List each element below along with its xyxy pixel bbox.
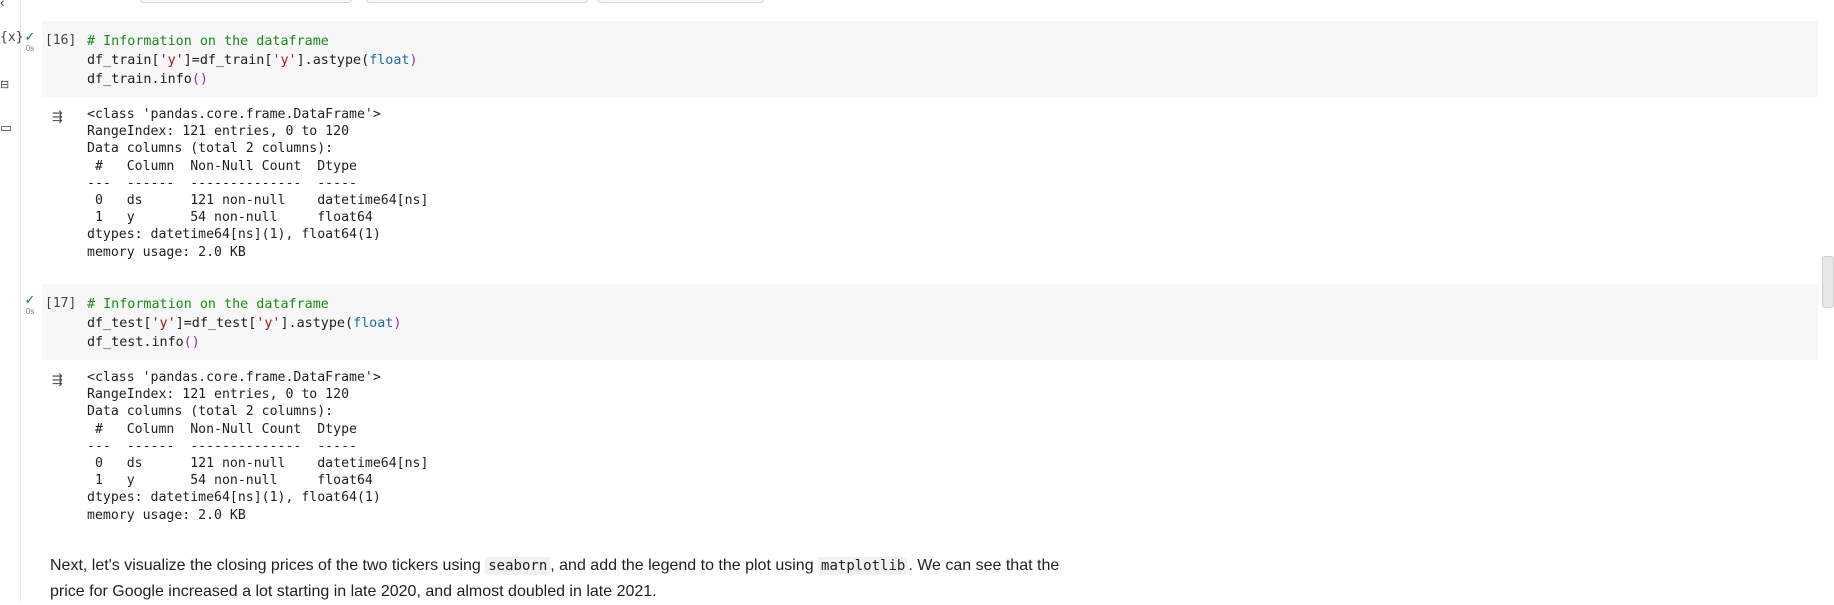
code-paren: () (183, 335, 200, 350)
output-line: 0 ds 121 non-null datetime64[ns] (87, 193, 429, 209)
markdown-cell[interactable]: Next, let's visualize the closing prices… (50, 553, 1080, 605)
code-token: df_test.info (87, 335, 184, 350)
output-collapse-icon[interactable]: ⇶ (52, 110, 72, 126)
output-line: RangeIndex: 121 entries, 0 to 120 (87, 124, 350, 140)
execution-time: 0s (25, 307, 35, 316)
output-line: 0 ds 121 non-null datetime64[ns] (87, 456, 429, 472)
markdown-text: Next, let's visualize the closing prices… (50, 557, 486, 574)
code-paren: ) (393, 316, 402, 331)
code-paren: () (191, 72, 208, 87)
chevron-icon[interactable]: ‹ (0, 0, 16, 10)
toolbar-tab-stub[interactable] (366, 0, 588, 3)
left-sidebar-rail: ‹ {x} ⊟ ▭ (0, 0, 23, 601)
code-comment: # Information on the dataframe (87, 297, 329, 312)
output-line: # Column Non-Null Count Dtype (87, 158, 429, 174)
output-line: memory usage: 2.0 KB (87, 244, 246, 260)
inline-code: matplotlib (818, 557, 909, 575)
variables-icon[interactable]: {x} (0, 30, 23, 45)
code-string: 'y' (151, 316, 176, 331)
code-token: df_test[ (87, 316, 152, 331)
folder-icon[interactable]: ▭ (0, 120, 16, 136)
output-text: <class 'pandas.core.frame.DataFrame'> Ra… (87, 106, 428, 261)
code-cell[interactable]: ✓ 0s [16] # Information on the dataframe… (25, 21, 1818, 97)
markdown-text: , and add the legend to the plot using (550, 557, 819, 574)
output-line: --- ------ -------------- ----- (87, 438, 429, 454)
check-icon: ✓ (24, 29, 36, 44)
output-line: RangeIndex: 121 entries, 0 to 120 (87, 387, 350, 403)
scrollbar-thumb[interactable] (1822, 256, 1834, 308)
code-editor[interactable]: # Information on the dataframe df_test['… (87, 295, 401, 352)
code-string: 'y' (272, 53, 297, 68)
output-line: <class 'pandas.core.frame.DataFrame'> (87, 107, 381, 122)
cell-status: ✓ 0s (22, 29, 38, 53)
inline-code: seaborn (485, 557, 551, 575)
key-icon[interactable]: ⊟ (0, 78, 16, 91)
output-text: <class 'pandas.core.frame.DataFrame'> Ra… (87, 369, 428, 524)
toolbar-tab-stub[interactable] (140, 0, 352, 3)
output-line: # Column Non-Null Count Dtype (87, 421, 429, 437)
code-token: ]=df_test[ (175, 316, 257, 331)
code-editor[interactable]: # Information on the dataframe df_train[… (87, 32, 418, 89)
output-line: 1 y 54 non-null float64 (87, 210, 429, 226)
output-line: 1 y 54 non-null float64 (87, 473, 429, 489)
code-keyword: float (369, 53, 410, 68)
toolbar-tab-stub[interactable] (597, 0, 764, 3)
code-string: 'y' (159, 53, 184, 68)
code-token: df_train.info (87, 72, 192, 87)
code-string: 'y' (256, 316, 281, 331)
output-line: dtypes: datetime64[ns](1), float64(1) (87, 490, 381, 506)
code-keyword: float (353, 316, 394, 331)
output-line: dtypes: datetime64[ns](1), float64(1) (87, 227, 381, 243)
cell-status: ✓ 0s (22, 292, 38, 316)
code-cell[interactable]: ✓ 0s [17] # Information on the dataframe… (25, 284, 1818, 360)
check-icon: ✓ (24, 292, 36, 307)
code-paren: ) (409, 53, 418, 68)
code-token: df_train[ (87, 53, 160, 68)
output-line: <class 'pandas.core.frame.DataFrame'> (87, 370, 381, 385)
output-line: --- ------ -------------- ----- (87, 175, 429, 191)
code-token: ].astype( (296, 53, 370, 68)
output-line: memory usage: 2.0 KB (87, 507, 246, 523)
code-comment: # Information on the dataframe (87, 34, 329, 49)
output-line: Data columns (total 2 columns): (87, 141, 334, 157)
output-line: Data columns (total 2 columns): (87, 404, 334, 420)
code-token: ]=df_train[ (183, 53, 273, 68)
code-token: ].astype( (280, 316, 354, 331)
execution-count[interactable]: [16] (45, 33, 76, 48)
execution-time: 0s (25, 44, 35, 53)
execution-count[interactable]: [17] (45, 296, 76, 311)
output-collapse-icon[interactable]: ⇶ (52, 373, 72, 389)
